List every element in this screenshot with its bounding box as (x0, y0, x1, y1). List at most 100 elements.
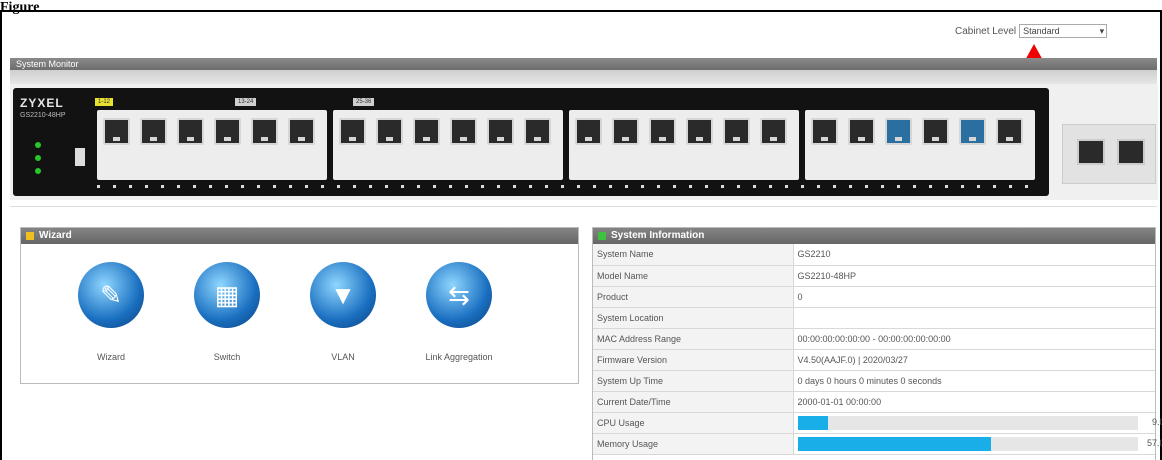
row-key: System Location (593, 307, 794, 329)
wizard-item-label: Wizard (96, 352, 125, 362)
system-monitor-title: System Monitor (16, 59, 79, 69)
memory-usage-text: 57.00% (1146, 437, 1162, 448)
cpu-usage-cell: 9.00% (793, 412, 1162, 434)
port-group-label: 25-36 (353, 98, 375, 106)
ethernet-port[interactable] (686, 118, 713, 145)
link-aggregation-icon[interactable]: ⇆ (426, 262, 492, 328)
wizard-item[interactable]: ⇆ Link Aggregation (424, 262, 494, 362)
ethernet-port[interactable] (922, 118, 949, 145)
ethernet-port[interactable] (450, 118, 477, 145)
ethernet-port[interactable] (649, 118, 676, 145)
sfp-port[interactable] (1117, 139, 1145, 165)
switch-icon[interactable]: ▦ (194, 262, 260, 328)
row-key: Memory Usage (593, 433, 794, 455)
row-key: System Name (593, 244, 794, 266)
ethernet-port[interactable] (723, 118, 750, 145)
system-information-title: System Information (611, 230, 705, 241)
table-row: Model Name GS2210-48HP (593, 265, 1155, 287)
row-value: GS2210-48HP (793, 265, 1155, 287)
ethernet-port[interactable] (177, 118, 204, 145)
wizard-item[interactable]: ▼ VLAN (308, 262, 378, 362)
wizard-item-label: VLAN (331, 352, 355, 362)
cpu-usage-bar: 9.00% (797, 415, 1162, 430)
table-row: Current Date/Time 2000-01-01 00:00:00 (593, 391, 1155, 413)
ethernet-port[interactable] (487, 118, 514, 145)
wizard-panel-title: Wizard (39, 230, 72, 241)
table-row: Product 0 (593, 286, 1155, 308)
ethernet-port[interactable] (848, 118, 875, 145)
ethernet-port[interactable] (140, 118, 167, 145)
wizard-item[interactable]: ✎ Wizard (76, 262, 146, 362)
row-key: Product (593, 286, 794, 308)
status-leds (35, 142, 41, 181)
system-monitor-bar: System Monitor (10, 58, 1157, 70)
vlan-filter-icon[interactable]: ▼ (310, 262, 376, 328)
ethernet-port[interactable] (251, 118, 278, 145)
row-key: Model Name (593, 265, 794, 287)
system-information-table: System Name GS2210 Model Name GS2210-48HP … (593, 244, 1162, 455)
row-value: GS2210 (793, 244, 1155, 266)
wizard-item-label: Switch (213, 352, 241, 362)
level-selector: Cabinet Level Standard (955, 24, 1108, 38)
level-dropdown[interactable]: Standard (1019, 24, 1108, 38)
wizard-items: ✎ Wizard ▦ Switch ▼ VLAN ⇆ Link Aggregat… (76, 262, 494, 362)
table-row: Firmware Version V4.50(AAJF.0) | 2020/03/… (593, 349, 1155, 371)
row-value: 0 (793, 286, 1155, 308)
wizard-panel: Wizard ✎ Wizard ▦ Switch ▼ VLAN ⇆ Link A… (20, 227, 579, 384)
memory-usage-fill (797, 436, 992, 451)
ethernet-port[interactable] (413, 118, 440, 145)
row-key: System Up Time (593, 370, 794, 392)
ethernet-port[interactable] (288, 118, 315, 145)
system-information-header: System Information (593, 228, 1155, 244)
device-model: GS2210-48HP (20, 112, 66, 119)
cpu-usage-fill (797, 415, 829, 430)
level-dropdown-value: Standard (1023, 26, 1060, 36)
port-group-label: 13-24 (235, 98, 257, 106)
ethernet-port[interactable] (339, 118, 366, 145)
table-row: System Location (593, 307, 1155, 329)
panel-marker-icon (598, 232, 606, 240)
memory-usage-bar: 57.00% (797, 436, 1162, 451)
row-value: 00:00:00:00:00:00 - 00:00:00:00:00:00 (793, 328, 1155, 350)
ethernet-port[interactable] (959, 118, 986, 145)
panel-strip (10, 70, 1157, 84)
ethernet-port[interactable] (376, 118, 403, 145)
row-value (793, 307, 1155, 329)
ethernet-port[interactable] (575, 118, 602, 145)
sfp-module (1062, 124, 1156, 184)
ethernet-port[interactable] (214, 118, 241, 145)
row-key: CPU Usage (593, 412, 794, 434)
cpu-usage-text: 9.00% (1151, 416, 1162, 427)
row-key: MAC Address Range (593, 328, 794, 350)
alarm-led (35, 168, 41, 174)
system-information-panel: System Information System Name GS2210 Mod… (592, 227, 1162, 460)
device-front-panel: ZYXEL GS2210-48HP 1-12 13-24 25-36 (10, 84, 1158, 200)
table-row: MAC Address Range 00:00:00:00:00:00 - 00:… (593, 328, 1155, 350)
level-label: Cabinet Level (955, 25, 1017, 37)
ethernet-port[interactable] (612, 118, 639, 145)
table-row: Memory Usage 57.00% (593, 433, 1162, 455)
ethernet-port[interactable] (103, 118, 130, 145)
panel-marker-icon (26, 232, 34, 240)
row-key: Current Date/Time (593, 391, 794, 413)
ethernet-port[interactable] (996, 118, 1023, 145)
wizard-panel-header: Wizard (21, 228, 578, 244)
wizard-item-label: Link Aggregation (425, 352, 493, 362)
table-row: System Up Time 0 days 0 hours 0 minutes 0… (593, 370, 1155, 392)
ethernet-port[interactable] (885, 118, 912, 145)
row-key: Firmware Version (593, 349, 794, 371)
wizard-icon[interactable]: ✎ (78, 262, 144, 328)
ethernet-port[interactable] (524, 118, 551, 145)
sfp-port[interactable] (1077, 139, 1105, 165)
port-group-label: 1-12 (95, 98, 114, 106)
system-led (35, 155, 41, 161)
ethernet-port[interactable] (811, 118, 838, 145)
table-row: System Name GS2210 (593, 244, 1155, 266)
row-value: V4.50(AAJF.0) | 2020/03/27 (793, 349, 1155, 371)
port-leds (97, 185, 1035, 188)
wizard-item[interactable]: ▦ Switch (192, 262, 262, 362)
usb-port (75, 148, 85, 166)
memory-usage-cell: 57.00% (793, 433, 1162, 455)
table-row: CPU Usage 9.00% (593, 412, 1162, 434)
ethernet-port[interactable] (760, 118, 787, 145)
